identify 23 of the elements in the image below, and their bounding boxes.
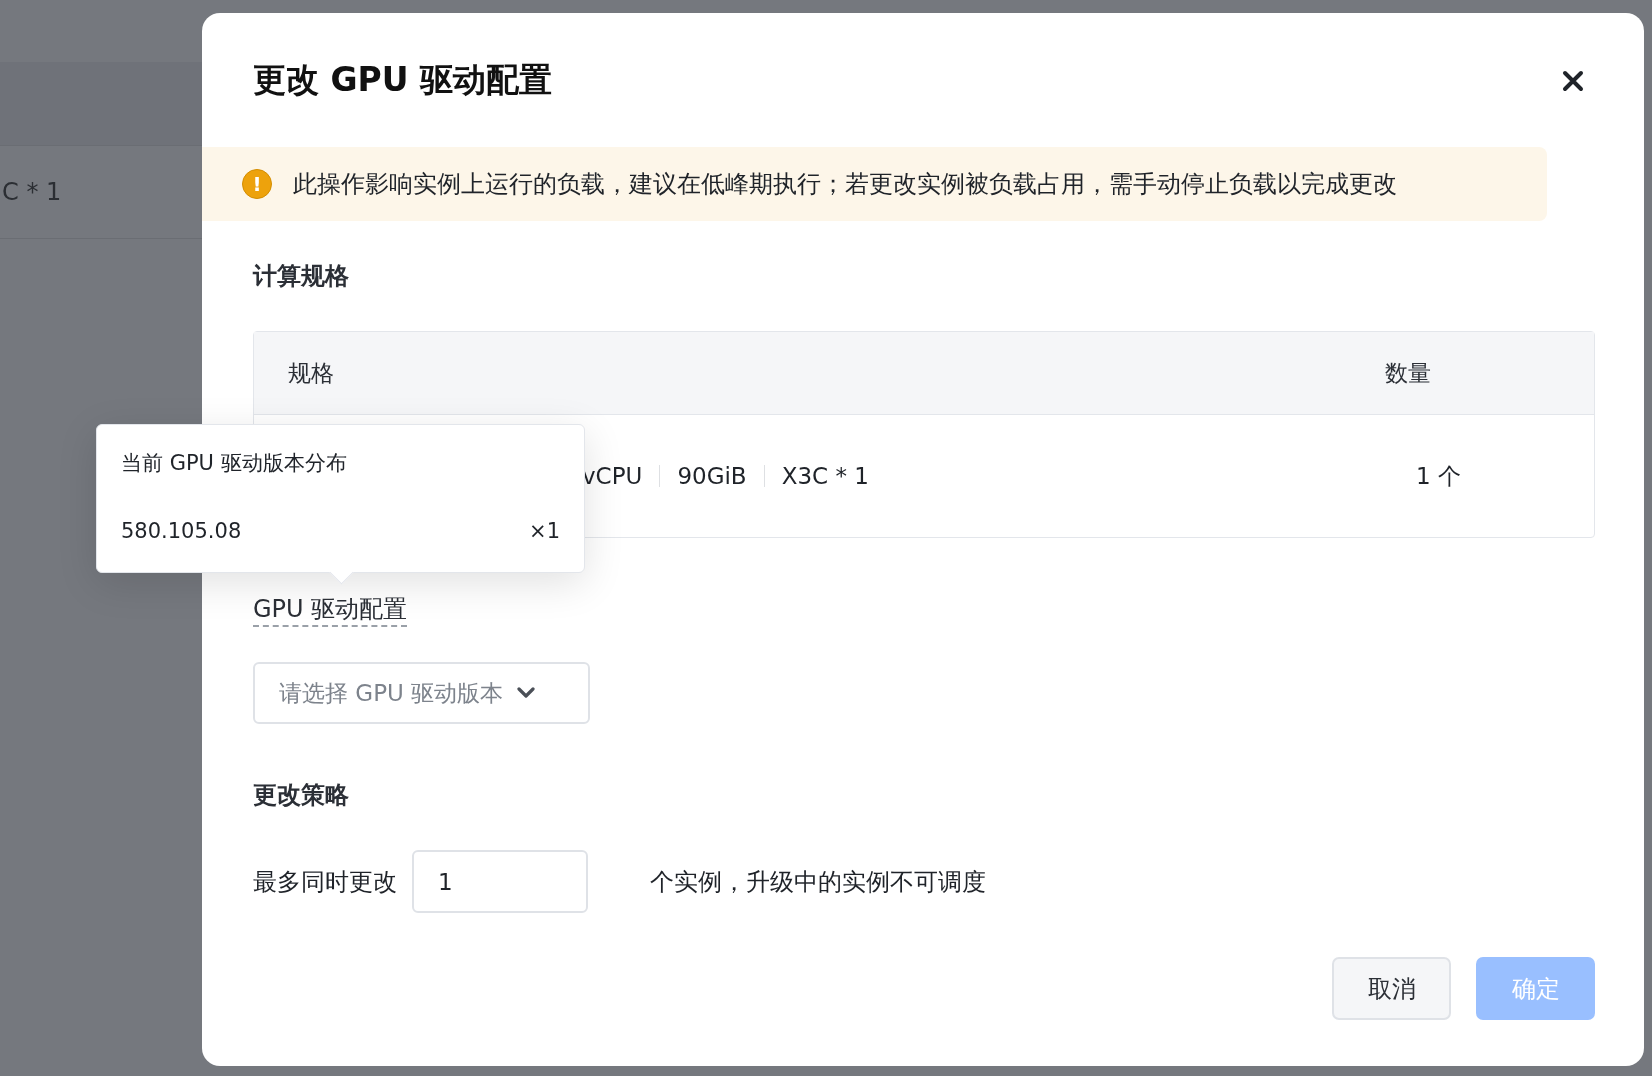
tooltip-title: 当前 GPU 驱动版本分布 bbox=[121, 450, 348, 477]
warning-icon: ! bbox=[242, 169, 272, 199]
spec-value: vCPU bbox=[582, 463, 643, 489]
section-title: 计算规格 bbox=[253, 261, 350, 292]
spec-value: 90GiB bbox=[677, 463, 747, 489]
field-label: 最多同时更改 bbox=[253, 866, 397, 898]
count-cell-text: 1 个 bbox=[1415, 461, 1462, 491]
field-hint: 个实例，升级中的实例不可调度 bbox=[650, 866, 986, 898]
column-header: 规格 bbox=[287, 358, 335, 388]
close-icon[interactable] bbox=[1560, 68, 1586, 94]
number-input[interactable]: 1 bbox=[412, 850, 588, 913]
version-text: 580.105.08 bbox=[121, 518, 242, 545]
field-label: GPU 驱动配置 bbox=[253, 593, 408, 627]
driver-select[interactable]: 请选择 GPU 驱动版本 bbox=[253, 662, 590, 724]
dialog-title: 更改 GPU 驱动配置 bbox=[253, 59, 553, 101]
section-title: 更改策略 bbox=[253, 780, 350, 811]
chevron-down-icon bbox=[517, 687, 536, 699]
cancel-button[interactable]: 取消 bbox=[1332, 957, 1451, 1020]
version-count: ×1 bbox=[529, 518, 560, 545]
column-header: 数量 bbox=[1384, 358, 1432, 388]
spec-value: X3C * 1 bbox=[781, 463, 869, 489]
warning-text: 此操作影响实例上运行的负载，建议在低峰期执行；若更改实例被负载占用，需手动停止负载以完成更改 bbox=[293, 169, 1397, 200]
background-table-cell: C * 1 bbox=[2, 178, 62, 206]
